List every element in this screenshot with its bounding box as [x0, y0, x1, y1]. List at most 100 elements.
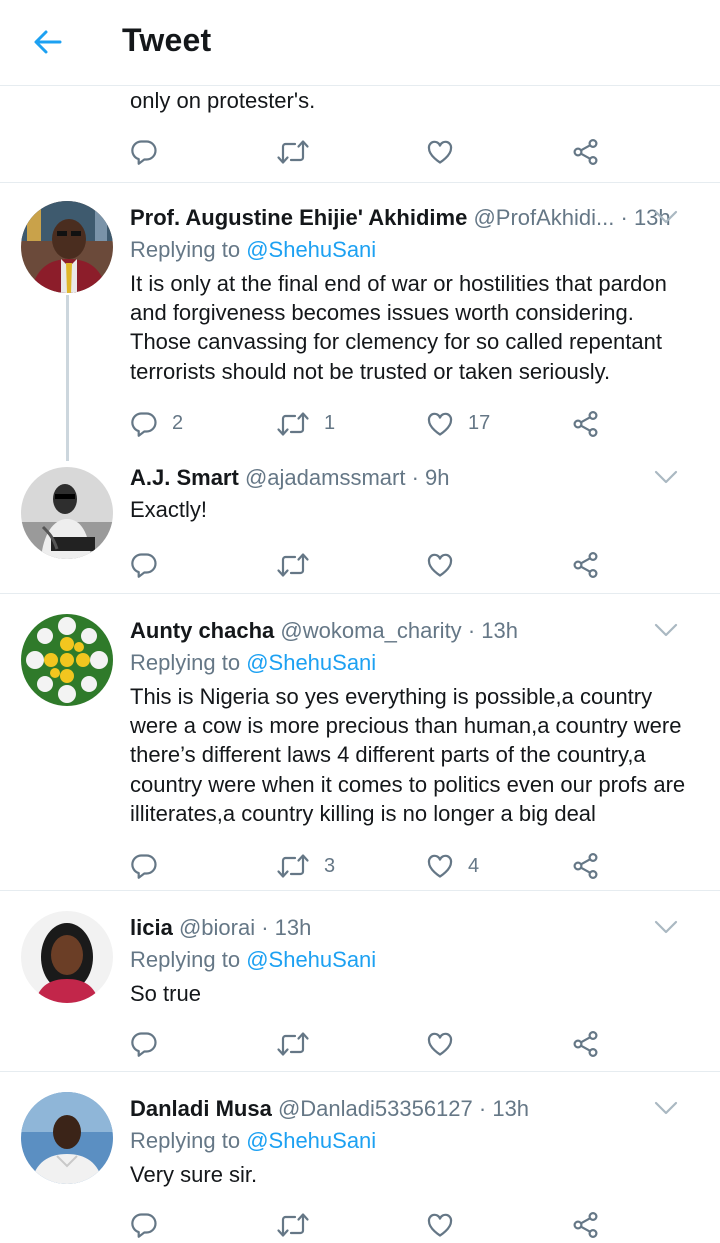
timestamp: · 13h	[478, 1096, 530, 1121]
tweet-header: Prof. Augustine Ehijie' Akhidime @ProfAk…	[130, 201, 700, 235]
share-button[interactable]	[572, 1195, 600, 1243]
retweet-icon	[276, 410, 310, 438]
tweet-actions: 2 1 17	[0, 394, 720, 454]
like-button[interactable]	[426, 1195, 454, 1243]
share-icon	[572, 1030, 600, 1058]
reply-button[interactable]	[130, 535, 158, 595]
share-button[interactable]	[572, 122, 600, 182]
reply-icon	[130, 852, 158, 880]
chevron-down-icon[interactable]	[654, 622, 678, 638]
tweet-header: Aunty chacha @wokoma_charity · 13h	[130, 614, 700, 648]
display-name[interactable]: licia	[130, 915, 173, 940]
chevron-down-icon[interactable]	[654, 469, 678, 485]
tweet-header: A.J. Smart @ajadamssmart · 9h	[130, 461, 700, 495]
reply-button[interactable]	[130, 122, 158, 182]
tweet-actions	[0, 1014, 720, 1074]
retweet-button[interactable]: 3	[276, 836, 335, 896]
chevron-down-icon[interactable]	[654, 1100, 678, 1116]
replying-to: Replying to @ShehuSani	[130, 947, 377, 972]
reply-icon	[130, 1211, 158, 1239]
heart-icon	[426, 852, 454, 880]
mention-link[interactable]: @ShehuSani	[246, 947, 376, 972]
share-icon	[572, 852, 600, 880]
share-icon	[572, 1211, 600, 1239]
tweet-actions	[0, 535, 720, 595]
display-name[interactable]: A.J. Smart	[130, 465, 239, 490]
tweet-text: So true	[130, 981, 201, 1006]
tweet-text: This is Nigeria so yes everything is pos…	[130, 684, 686, 826]
previous-tweet[interactable]: only on protester's.	[0, 86, 720, 182]
display-name[interactable]: Aunty chacha	[130, 618, 274, 643]
share-icon	[572, 551, 600, 579]
retweet-icon	[276, 138, 310, 166]
top-bar: Tweet	[0, 0, 720, 86]
heart-icon	[426, 1030, 454, 1058]
share-button[interactable]	[572, 535, 600, 595]
tweet-text: Exactly!	[130, 497, 208, 522]
retweet-button[interactable]	[276, 535, 310, 595]
share-button[interactable]	[572, 1014, 600, 1074]
heart-icon	[426, 1211, 454, 1239]
heart-icon	[426, 138, 454, 166]
avatar[interactable]	[21, 201, 113, 293]
retweet-button[interactable]	[276, 1014, 310, 1074]
handle[interactable]: @biorai	[179, 915, 255, 940]
reply-icon	[130, 410, 158, 438]
timestamp: · 13h	[261, 915, 312, 940]
tweet-actions: 3 4	[0, 836, 720, 896]
reply-count: 2	[172, 412, 184, 435]
avatar[interactable]	[21, 614, 113, 706]
tweet-block: Danladi Musa @Danladi53356127 · 13h Repl…	[0, 1072, 720, 1242]
like-button[interactable]	[426, 122, 454, 182]
like-count: 17	[468, 412, 491, 435]
thread-block: Prof. Augustine Ehijie' Akhidime @ProfAk…	[0, 183, 720, 593]
retweet-count: 1	[324, 412, 336, 435]
reply-icon	[130, 551, 158, 579]
reply-button[interactable]	[130, 1014, 158, 1074]
retweet-icon	[276, 551, 310, 579]
tweet-header: licia @biorai · 13h	[130, 911, 700, 945]
handle[interactable]: @ProfAkhidi...	[473, 205, 614, 230]
like-button[interactable]	[426, 1014, 454, 1074]
retweet-button[interactable]	[276, 1195, 310, 1243]
chevron-down-icon[interactable]	[654, 919, 678, 935]
like-button[interactable]	[426, 535, 454, 595]
back-button[interactable]	[28, 22, 68, 62]
tweet-block: Aunty chacha @wokoma_charity · 13h Reply…	[0, 594, 720, 890]
retweet-button[interactable]: 1	[276, 394, 335, 454]
like-button[interactable]: 4	[426, 836, 479, 896]
avatar[interactable]	[21, 1092, 113, 1184]
share-button[interactable]	[572, 836, 600, 896]
mention-link[interactable]: @ShehuSani	[246, 1128, 376, 1153]
handle[interactable]: @Danladi53356127	[278, 1096, 473, 1121]
reply-button[interactable]: 2	[130, 394, 183, 454]
timestamp: · 9h	[411, 465, 450, 490]
share-icon	[572, 138, 600, 166]
mention-link[interactable]: @ShehuSani	[246, 237, 376, 262]
heart-icon	[426, 410, 454, 438]
reply-icon	[130, 1030, 158, 1058]
replying-to: Replying to @ShehuSani	[130, 650, 377, 675]
timestamp: · 13h	[467, 618, 518, 643]
like-button[interactable]: 17	[426, 394, 490, 454]
reply-button[interactable]	[130, 836, 158, 896]
reply-button[interactable]	[130, 1195, 158, 1243]
replying-to: Replying to @ShehuSani	[130, 237, 377, 262]
avatar[interactable]	[21, 911, 113, 1003]
threaded-reply: A.J. Smart @ajadamssmart · 9h Exactly!	[0, 461, 720, 595]
display-name[interactable]: Danladi Musa	[130, 1096, 272, 1121]
heart-icon	[426, 551, 454, 579]
share-button[interactable]	[572, 394, 600, 454]
handle[interactable]: @wokoma_charity	[280, 618, 461, 643]
replying-to: Replying to @ShehuSani	[130, 1128, 377, 1153]
tweet-block: licia @biorai · 13h Replying to @ShehuSa…	[0, 891, 720, 1071]
handle[interactable]: @ajadamssmart	[245, 465, 406, 490]
share-icon	[572, 410, 600, 438]
retweet-button[interactable]	[276, 122, 310, 182]
chevron-down-icon[interactable]	[654, 209, 678, 225]
display-name[interactable]: Prof. Augustine Ehijie' Akhidime	[130, 205, 467, 230]
page-title: Tweet	[122, 22, 212, 58]
tweet-text: Very sure sir.	[130, 1162, 258, 1187]
mention-link[interactable]: @ShehuSani	[246, 650, 376, 675]
like-count: 4	[468, 854, 480, 877]
